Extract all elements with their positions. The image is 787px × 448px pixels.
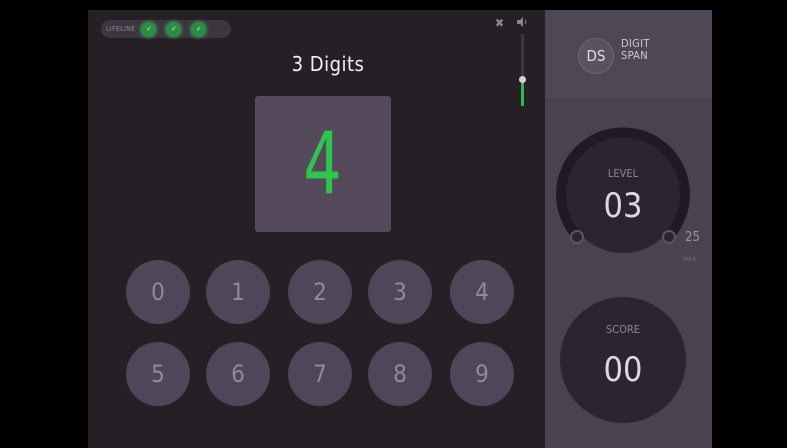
app-logo-badge: DS <box>578 38 614 74</box>
keypad-key-3[interactable]: 3 <box>368 260 432 324</box>
score-value: 00 <box>603 350 643 390</box>
lifeline-label: LIFELINE <box>106 25 136 33</box>
digit-display-card: 4 <box>255 96 391 232</box>
keypad-key-5[interactable]: 5 <box>126 342 190 406</box>
lifeline-bar: LIFELINE ✔ ✔ ✔ <box>101 20 231 38</box>
volume-slider[interactable] <box>519 34 526 106</box>
score-label: SCORE <box>605 323 641 336</box>
keypad-key-7[interactable]: 7 <box>288 342 352 406</box>
speaker-icon[interactable] <box>516 16 528 28</box>
keypad-key-9[interactable]: 9 <box>450 342 514 406</box>
panel-header: DS DIGIT SPAN <box>545 10 712 98</box>
app-name: DIGIT SPAN <box>621 38 650 62</box>
stats-panel: DS DIGIT SPAN LEVEL 03 25 MAX SCORE 00 <box>545 10 712 448</box>
close-icon[interactable]: ✖ <box>495 16 504 30</box>
level-max-label: MAX <box>683 256 697 263</box>
lifeline-token[interactable]: ✔ <box>166 21 182 37</box>
lifeline-token[interactable]: ✔ <box>141 21 157 37</box>
volume-fill <box>521 79 524 106</box>
keypad-key-8[interactable]: 8 <box>368 342 432 406</box>
current-digit: 4 <box>303 114 343 214</box>
volume-handle[interactable] <box>519 76 526 83</box>
round-title: 3 Digits <box>291 52 365 76</box>
game-area: LIFELINE ✔ ✔ ✔ 3 Digits ✖ 4 0 1 2 3 4 5 … <box>88 10 545 448</box>
keypad-key-6[interactable]: 6 <box>206 342 270 406</box>
lifeline-token[interactable]: ✔ <box>191 21 207 37</box>
keypad-key-2[interactable]: 2 <box>288 260 352 324</box>
app-screen: LIFELINE ✔ ✔ ✔ 3 Digits ✖ 4 0 1 2 3 4 5 … <box>0 0 787 448</box>
level-label: LEVEL <box>607 167 639 180</box>
keypad-key-0[interactable]: 0 <box>126 260 190 324</box>
level-value: 03 <box>603 186 643 226</box>
level-max-value: 25 <box>685 230 700 245</box>
keypad-key-1[interactable]: 1 <box>206 260 270 324</box>
keypad-key-4[interactable]: 4 <box>450 260 514 324</box>
app-name-line2: SPAN <box>621 49 648 62</box>
